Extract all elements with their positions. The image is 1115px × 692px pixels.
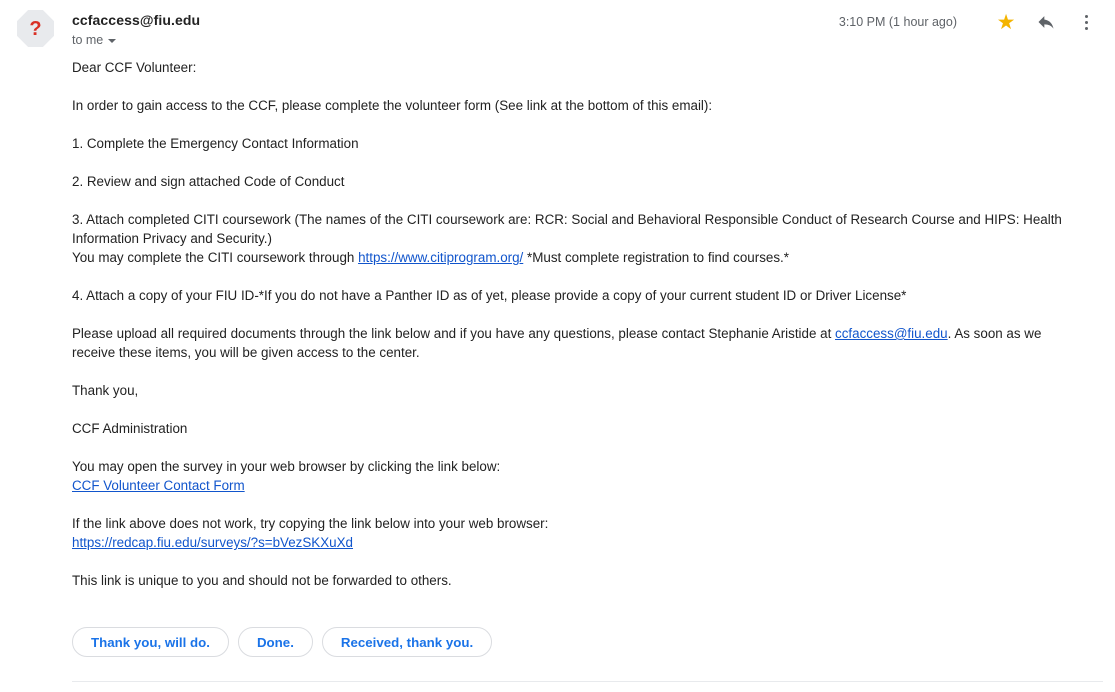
body-survey-intro: You may open the survey in your web brow… [72,459,501,474]
body-signature: CCF Administration [72,421,188,436]
body-step-3: 3. Attach completed CITI coursework (The… [72,212,1062,246]
more-options-button[interactable] [1073,9,1099,35]
body-step-2: 2. Review and sign attached Code of Cond… [72,174,345,189]
upload-text-prefix: Please upload all required documents thr… [72,326,836,341]
message-body: Dear CCF Volunteer: In order to gain acc… [72,58,1087,609]
unknown-sender-avatar: ? [17,10,54,47]
body-closing-thanks: Thank you, [72,383,139,398]
body-survey-link-line: CCF Volunteer Contact Form [72,476,1087,495]
body-paragraph-intro: In order to gain access to the CCF, plea… [72,98,713,113]
message-header: ? ccfaccess@fiu.edu to me 3:10 PM (1 hou… [0,0,1115,56]
star-button[interactable]: ★ [993,9,1019,35]
redcap-survey-link[interactable]: https://redcap.fiu.edu/surveys/?s=bVezSK… [72,535,353,550]
body-step-3-link-line: You may complete the CITI coursework thr… [72,248,1087,267]
volunteer-contact-form-link[interactable]: CCF Volunteer Contact Form [72,478,245,493]
reply-arrow-icon [1038,16,1054,29]
body-step-1: 1. Complete the Emergency Contact Inform… [72,136,359,151]
bottom-divider [72,681,1103,682]
body-step-4: 4. Attach a copy of your FIU ID-*If you … [72,288,907,303]
question-mark-icon: ? [29,17,42,40]
citi-link-prefix: You may complete the CITI coursework thr… [72,250,359,265]
body-paragraph-upload: Please upload all required documents thr… [72,324,1087,362]
smart-reply-chip-1[interactable]: Thank you, will do. [72,627,229,657]
smart-reply-chip-3[interactable]: Received, thank you. [321,627,493,657]
contact-email-link[interactable]: ccfaccess@fiu.edu [835,326,948,341]
sender-block: ccfaccess@fiu.edu to me [72,11,200,48]
body-paragraph-greeting: Dear CCF Volunteer: [72,60,197,75]
star-icon: ★ [996,10,1016,34]
smart-reply-bar: Thank you, will do. Done. Received, than… [72,627,493,657]
body-fallback-intro: If the link above does not work, try cop… [72,516,549,531]
citi-link-suffix: *Must complete registration to find cour… [523,250,789,265]
recipient-label: to me [72,33,104,47]
message-timestamp: 3:10 PM (1 hour ago) [838,15,957,29]
header-actions: 3:10 PM (1 hour ago) ★ [839,10,1099,34]
body-fallback-link-line: https://redcap.fiu.edu/surveys/?s=bVezSK… [72,533,1087,552]
citi-program-link[interactable]: https://www.citiprogram.org/ [358,250,523,265]
smart-reply-chip-2[interactable]: Done. [237,627,313,657]
more-vertical-icon [1084,12,1088,32]
recipient-dropdown[interactable]: to me [72,32,117,48]
sender-email[interactable]: ccfaccess@fiu.edu [72,11,200,29]
chevron-down-icon [108,39,117,43]
reply-button[interactable] [1033,9,1059,35]
body-unique-link-note: This link is unique to you and should no… [72,573,452,588]
